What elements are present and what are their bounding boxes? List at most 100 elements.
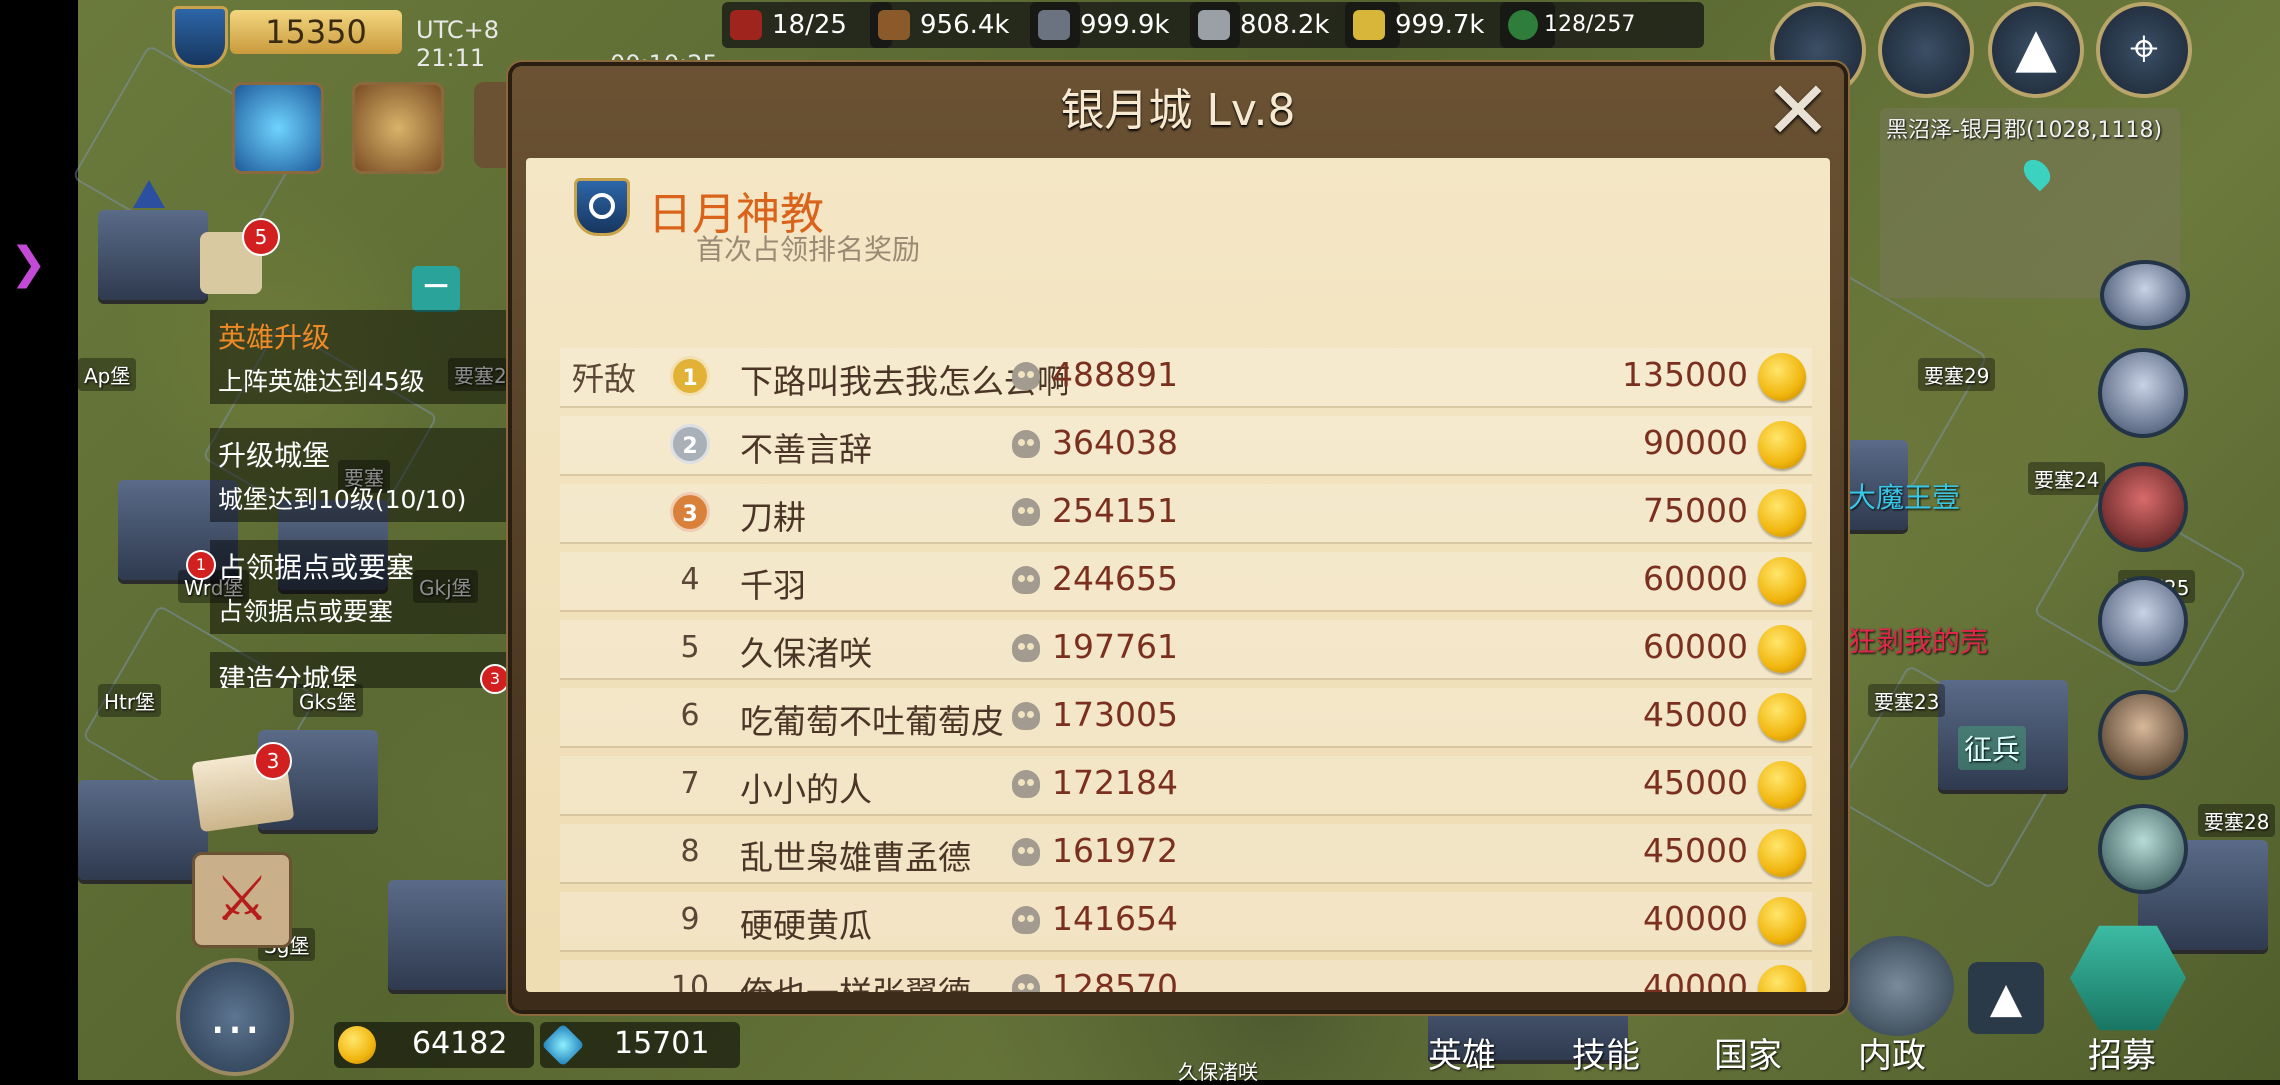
map-label[interactable]: 要塞29 (1918, 358, 1996, 391)
alliance-shield-icon[interactable] (172, 6, 228, 68)
hero-avatar[interactable] (2098, 348, 2188, 438)
power-value[interactable]: 15350 (230, 10, 402, 54)
player-name: 千羽 (740, 566, 806, 605)
kill-count: 254151 (1052, 491, 1178, 530)
gold-coin-icon (1758, 761, 1806, 809)
stamina-icon (1508, 10, 1538, 40)
side-drawer-arrow-icon[interactable]: ❯ (10, 238, 47, 289)
stamina[interactable]: 128/257 (1500, 2, 1704, 48)
map-label[interactable]: Htr堡 (98, 684, 162, 717)
collapse-up-icon[interactable]: ▲ (1988, 2, 2084, 98)
quest-item[interactable]: 升级城堡 城堡达到10级(10/10) (210, 428, 510, 522)
rank-number: 6 (680, 698, 700, 733)
quest-item[interactable]: 英雄升级 上阵英雄达到45级 (210, 310, 510, 404)
location-pin-icon[interactable]: ⌖ (2096, 2, 2192, 98)
nav-recruit[interactable]: 招募 (2088, 1028, 2156, 1077)
gold-coin-icon (1758, 625, 1806, 673)
castle-building[interactable] (98, 210, 208, 300)
stamina-value: 128/257 (1544, 12, 1636, 37)
player-name-label[interactable]: 狂剥我的壳 (1848, 620, 1988, 660)
kill-count: 244655 (1052, 559, 1178, 598)
item-button-partial[interactable] (474, 82, 510, 168)
map-label[interactable]: 久保渚咲 (1178, 1056, 1258, 1085)
castle-roof (133, 180, 165, 208)
skull-icon (1012, 498, 1040, 526)
recruit-troops-button[interactable]: 征兵 (1958, 726, 2027, 770)
player-name: 不善言辞 (740, 430, 872, 469)
reward-amount: 45000 (1643, 831, 1748, 870)
ranking-row: 6 吃葡萄不吐葡萄皮 173005 45000 (560, 688, 1812, 748)
ranking-panel[interactable]: 日月神教 首次占领排名奖励 歼敌 1 下路叫我去我怎么去啊 488891 135… (526, 158, 1830, 992)
skull-icon (1012, 974, 1040, 992)
wood-value: 956.4k (920, 10, 1010, 40)
reward-amount: 75000 (1643, 491, 1748, 530)
kill-count: 173005 (1052, 695, 1178, 734)
treasure-chest-icon[interactable] (352, 82, 444, 174)
troop-icon (730, 10, 762, 40)
kill-count: 161972 (1052, 831, 1178, 870)
crossed-swords-icon[interactable]: ⚔ (192, 852, 292, 948)
iron-value: 999.9k (1080, 10, 1170, 40)
collapse-quests-button[interactable]: − (412, 266, 460, 312)
gold-coin-icon (1758, 693, 1806, 741)
gold-coin-icon (1758, 829, 1806, 877)
bronze-medal-icon: 3 (670, 492, 710, 532)
skull-icon (1012, 838, 1040, 866)
hero-avatar[interactable] (2098, 576, 2188, 666)
rank-number: 9 (680, 902, 700, 937)
quest-item[interactable]: 占领据点或要塞 占领据点或要塞 (210, 540, 510, 634)
alliance-shield-icon (574, 178, 630, 236)
castle-building[interactable] (388, 880, 528, 990)
skull-icon (1012, 362, 1040, 390)
wheat-icon (1353, 10, 1385, 40)
quest-title: 占领据点或要塞 (218, 551, 415, 584)
player-name: 俺也一样张翼德 (740, 967, 971, 992)
kill-count: 488891 (1052, 355, 1178, 394)
quest-item[interactable]: 建造分城堡 (210, 652, 510, 688)
chat-icon[interactable]: … (176, 958, 294, 1076)
gold-counter[interactable]: 64182 (334, 1022, 534, 1068)
map-label[interactable]: Gks堡 (293, 684, 363, 717)
skull-icon (1012, 702, 1040, 730)
player-name: 吃葡萄不吐葡萄皮 (740, 702, 1004, 741)
map-scroll-button[interactable] (1878, 2, 1974, 98)
map-label[interactable]: Ap堡 (78, 358, 137, 391)
hero-avatar[interactable] (2098, 804, 2188, 894)
ranking-row: 7 小小的人 172184 45000 (560, 756, 1812, 816)
map-label[interactable]: 要塞28 (2198, 804, 2276, 837)
nav-internal-affairs[interactable]: 内政 (1858, 1028, 1926, 1077)
troop-count[interactable]: 18/25 (722, 2, 892, 48)
fort-badge: 3 (480, 664, 510, 694)
ranking-row: 2 不善言辞 364038 90000 (560, 416, 1812, 476)
nav-skills[interactable]: 技能 (1572, 1028, 1640, 1077)
reward-amount: 45000 (1643, 763, 1748, 802)
castle-nav-icon[interactable] (1842, 936, 1954, 1036)
gold-coin-icon (1758, 965, 1806, 992)
map-label[interactable]: 要塞24 (2028, 462, 2106, 495)
iron-icon (1038, 10, 1070, 40)
player-name: 乱世枭雄曹孟德 (740, 838, 971, 877)
nav-heroes[interactable]: 英雄 (1428, 1028, 1496, 1077)
hero-avatar[interactable] (2098, 462, 2188, 552)
map-label[interactable]: 要塞23 (1868, 684, 1946, 717)
expand-up-icon[interactable]: ▲ (1968, 962, 2044, 1034)
ranking-row: 9 硬硬黄瓜 141654 40000 (560, 892, 1812, 952)
nav-kingdom[interactable]: 国家 (1714, 1028, 1782, 1077)
kill-count: 197761 (1052, 627, 1178, 666)
player-name-label[interactable]: 大魔王壹 (1848, 476, 1960, 516)
gold-value: 64182 (412, 1026, 508, 1061)
gem-counter[interactable]: 15701 (540, 1022, 740, 1068)
castle-building[interactable] (78, 780, 208, 880)
player-name: 硬硬黄瓜 (740, 906, 872, 945)
hero-avatar[interactable] (2098, 690, 2188, 780)
hero-avatar[interactable] (2100, 260, 2190, 330)
screen-edge: ❯ (0, 0, 78, 1080)
stone-value: 808.2k (1240, 10, 1330, 40)
skull-icon (1012, 566, 1040, 594)
server-time: UTC+8 21:11 (416, 16, 499, 72)
close-icon[interactable]: ✕ (1760, 71, 1836, 152)
reward-amount: 40000 (1643, 967, 1748, 992)
gem-chest-icon[interactable] (232, 82, 324, 174)
section-label: 歼敌 (572, 360, 637, 398)
skull-icon (1012, 430, 1040, 458)
